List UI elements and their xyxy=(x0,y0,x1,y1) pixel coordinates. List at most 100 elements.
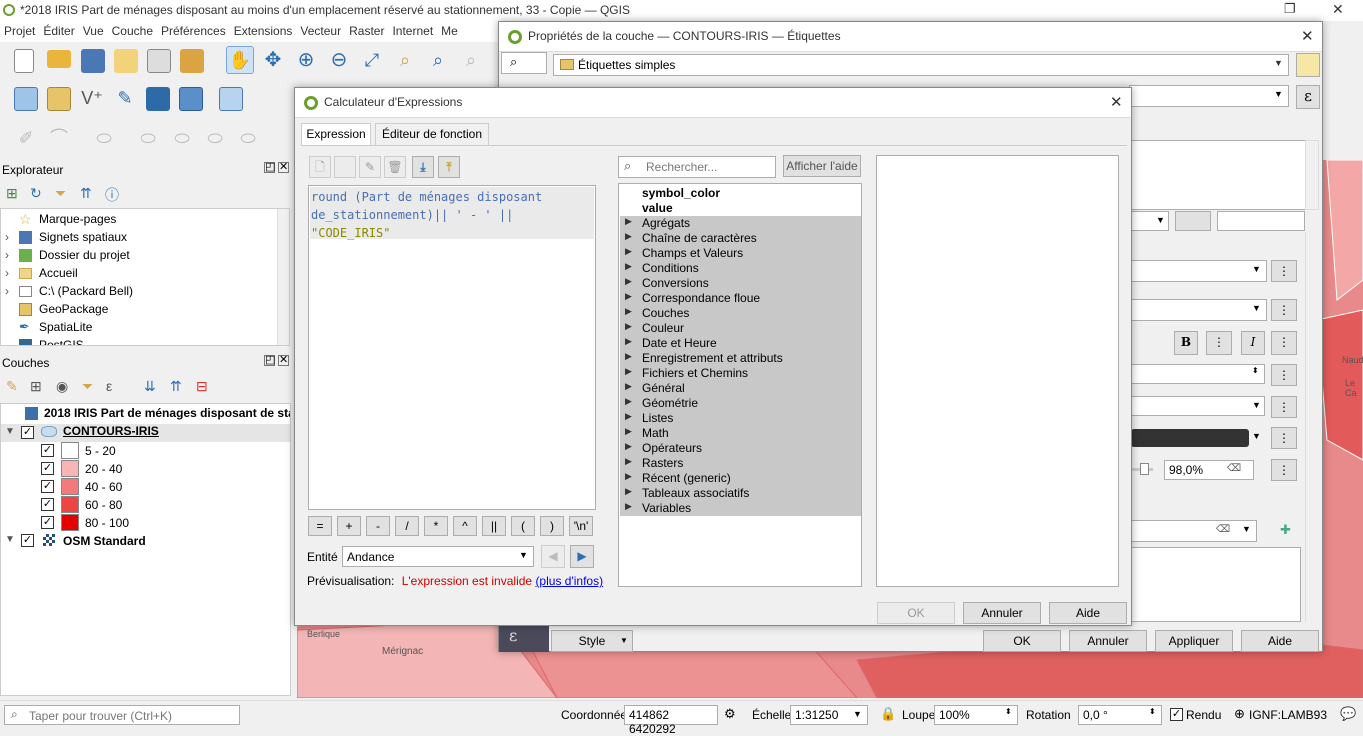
float-panel-icon[interactable]: ◰ xyxy=(264,355,275,366)
entity-select[interactable]: Andance ▼ xyxy=(342,546,534,567)
close-window-icon[interactable]: ✕ xyxy=(1332,1,1344,18)
style-select[interactable]: ▼ xyxy=(1131,299,1267,321)
save-icon[interactable] xyxy=(334,156,356,178)
menu-preferences[interactable]: Préférences xyxy=(157,21,230,41)
layer-row-osm[interactable]: ▼ ✓ OSM Standard xyxy=(1,532,290,550)
function-group-item[interactable]: ▶ Récent (generic) xyxy=(619,471,861,486)
tab-function-editor[interactable]: Éditeur de fonction xyxy=(375,123,489,145)
edit-icon[interactable]: ✎ xyxy=(359,156,381,178)
expand-arrow-icon[interactable]: ▶ xyxy=(625,321,632,332)
operator-concat-button[interactable]: || xyxy=(482,516,506,536)
class-checkbox[interactable]: ✓ xyxy=(41,462,54,475)
sample-scale-field[interactable]: ▼ xyxy=(1129,211,1169,231)
operator-power-button[interactable]: ^ xyxy=(453,516,477,536)
menu-raster[interactable]: Raster xyxy=(345,21,388,41)
expression-button[interactable]: ε xyxy=(1296,85,1320,109)
expand-arrow-icon[interactable]: ▶ xyxy=(625,216,632,227)
collapse-all-icon[interactable]: ⇈ xyxy=(80,185,92,202)
info-icon[interactable]: ⓘ xyxy=(105,185,119,205)
layer-row-contours-iris[interactable]: ▼ ✓ CONTOURS-IRIS xyxy=(1,424,290,442)
menu-vue[interactable]: Vue xyxy=(79,21,108,41)
operator-newline-button[interactable]: '\n' xyxy=(569,516,593,536)
legend-class-row[interactable]: ✓ 60 - 80 xyxy=(1,496,201,514)
coordinate-field[interactable]: 414862 6420292 xyxy=(624,705,718,736)
expand-arrow-icon[interactable]: ▶ xyxy=(625,411,632,422)
opacity-spinbox[interactable]: 98,0% ⌫ xyxy=(1164,460,1254,480)
close-panel-icon[interactable]: ✕ xyxy=(278,355,289,366)
crs-label[interactable]: IGNF:LAMB93 xyxy=(1249,708,1327,722)
clear-icon[interactable]: ⌫ xyxy=(1216,524,1230,535)
function-group-item[interactable]: ▶ Listes xyxy=(619,411,861,426)
import-icon[interactable]: ⤓ xyxy=(412,156,434,178)
expand-arrow-icon[interactable]: ▶ xyxy=(625,261,632,272)
function-group-item[interactable]: ▶ Champs et Valeurs xyxy=(619,246,861,261)
close-icon[interactable]: ✕ xyxy=(1110,93,1123,111)
function-group-item[interactable]: ▶ Couleur xyxy=(619,321,861,336)
filter-legend-icon[interactable]: ⏷ xyxy=(82,378,93,395)
data-defined-override-button[interactable]: ⋮ xyxy=(1271,364,1297,386)
color-button[interactable] xyxy=(1131,429,1249,447)
function-group-item[interactable]: ▶ Tableaux associatifs xyxy=(619,486,861,501)
function-group-item[interactable]: ▶ Conversions xyxy=(619,276,861,291)
function-group-item[interactable]: ▶ Math xyxy=(619,426,861,441)
globe-icon[interactable]: ⊕ xyxy=(1234,706,1245,722)
bold-button[interactable]: B xyxy=(1174,331,1198,355)
expand-arrow-icon[interactable]: ▶ xyxy=(625,471,632,482)
operator-divide-button[interactable]: / xyxy=(395,516,419,536)
open-project-icon[interactable] xyxy=(47,50,71,68)
expression-editor[interactable]: round (Part de ménages disposant de_stat… xyxy=(308,185,596,510)
class-checkbox[interactable]: ✓ xyxy=(41,498,54,511)
style-manager-icon[interactable] xyxy=(180,49,204,73)
expand-arrow-icon[interactable]: ▶ xyxy=(625,441,632,452)
refresh-icon[interactable]: ↻ xyxy=(30,185,42,202)
expand-arrow-icon[interactable]: ▶ xyxy=(625,426,632,437)
preset-field[interactable]: ⌫ ▼ xyxy=(1131,520,1257,542)
add-mesh-icon[interactable] xyxy=(179,87,203,111)
function-group-item[interactable]: ▶ Rasters xyxy=(619,456,861,471)
next-feature-icon[interactable]: ▶ xyxy=(570,545,594,568)
sample-scrollbar[interactable] xyxy=(1305,140,1319,210)
chevron-down-icon[interactable]: ▼ xyxy=(1252,431,1261,441)
props-cancel-button[interactable]: Annuler xyxy=(1069,630,1147,652)
zoom-native-icon[interactable]: ⌕ xyxy=(459,49,483,73)
toggle-extents-icon[interactable]: ⚙ xyxy=(724,706,736,722)
pan-to-selection-icon[interactable]: ✥ xyxy=(261,49,285,73)
data-defined-override-button[interactable]: ⋮ xyxy=(1271,299,1297,321)
add-vector-icon[interactable]: V⁺ xyxy=(80,87,104,111)
function-group-item[interactable]: ▶ Variables xyxy=(619,501,861,516)
new-project-icon[interactable] xyxy=(14,49,34,73)
more-info-link[interactable]: (plus d'infos) xyxy=(535,574,603,588)
expand-arrow-icon[interactable]: › xyxy=(5,230,9,244)
opacity-slider-handle[interactable] xyxy=(1140,463,1149,475)
zoom-in-icon[interactable]: ⊕ xyxy=(294,49,318,73)
menu-editer[interactable]: Éditer xyxy=(39,21,78,41)
props-scrollbar[interactable] xyxy=(1305,232,1320,622)
expand-all-icon[interactable]: ⇊ xyxy=(144,378,156,395)
pan-hand-icon[interactable]: ✋ xyxy=(226,46,254,74)
class-checkbox[interactable]: ✓ xyxy=(41,480,54,493)
legend-class-row[interactable]: ✓ 40 - 60 xyxy=(1,478,201,496)
calc-ok-button[interactable]: OK xyxy=(877,602,955,624)
data-defined-override-button[interactable]: ⋮ xyxy=(1271,396,1297,418)
expand-arrow-icon[interactable]: › xyxy=(5,266,9,280)
font-select[interactable]: ▼ xyxy=(1131,260,1267,282)
function-group-item[interactable]: ▶ Géométrie xyxy=(619,396,861,411)
size-spinbox[interactable]: ⬍ xyxy=(1131,364,1265,384)
lock-icon[interactable]: 🔒 xyxy=(880,706,896,722)
zoom-out-icon[interactable]: ⊖ xyxy=(327,49,351,73)
export-icon[interactable]: ⤒ xyxy=(438,156,460,178)
remove-layer-icon[interactable]: ⊟ xyxy=(196,378,208,395)
layer-visibility-checkbox[interactable]: ✓ xyxy=(21,426,34,439)
expand-arrow-icon[interactable]: ▶ xyxy=(625,381,632,392)
function-item-symbol-color[interactable]: symbol_color xyxy=(619,186,861,201)
expand-arrow-icon[interactable]: ▶ xyxy=(625,501,632,512)
operator-close-paren-button[interactable]: ) xyxy=(540,516,564,536)
sample-text-field[interactable] xyxy=(1217,211,1305,231)
function-group-item[interactable]: ▶ Enregistrement et attributs xyxy=(619,351,861,366)
tab-expression[interactable]: Expression xyxy=(301,123,371,145)
new-file-icon[interactable]: 🗋 xyxy=(309,156,331,178)
clear-icon[interactable]: ⌫ xyxy=(1227,463,1241,474)
scale-select[interactable]: 1:31250 ▼ xyxy=(790,705,868,725)
layer-visibility-checkbox[interactable]: ✓ xyxy=(21,534,34,547)
zoom-full-icon[interactable]: ⤢ xyxy=(360,49,384,73)
